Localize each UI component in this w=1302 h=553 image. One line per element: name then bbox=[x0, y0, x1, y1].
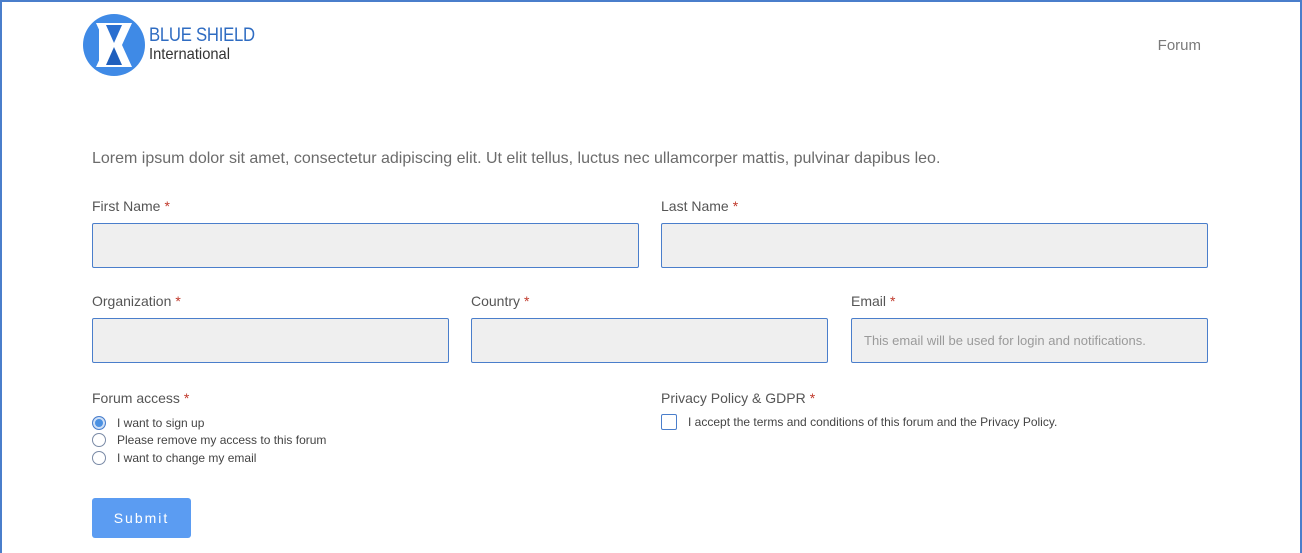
required-marker: * bbox=[175, 293, 181, 309]
forum-access-label: Forum access * bbox=[92, 390, 189, 406]
forum-access-option-change-email[interactable]: I want to change my email bbox=[92, 449, 256, 467]
required-marker: * bbox=[890, 293, 896, 309]
last-name-label: Last Name * bbox=[661, 198, 738, 214]
first-name-label-text: First Name bbox=[92, 198, 161, 214]
last-name-label-text: Last Name bbox=[661, 198, 729, 214]
intro-text: Lorem ipsum dolor sit amet, consectetur … bbox=[92, 150, 941, 167]
radio-button[interactable] bbox=[92, 451, 106, 465]
brand-name: BLUE SHIELD bbox=[149, 25, 255, 46]
page-frame: BLUE SHIELD International Forum Lorem ip… bbox=[0, 0, 1302, 553]
forum-access-label-text: Forum access bbox=[92, 390, 180, 406]
privacy-label: Privacy Policy & GDPR * bbox=[661, 390, 815, 406]
organization-input[interactable] bbox=[92, 318, 449, 363]
forum-access-option-remove[interactable]: Please remove my access to this forum bbox=[92, 431, 326, 449]
required-marker: * bbox=[524, 293, 530, 309]
organization-label-text: Organization bbox=[92, 293, 172, 309]
email-label: Email * bbox=[851, 293, 895, 309]
radio-label: Please remove my access to this forum bbox=[117, 433, 327, 447]
radio-button[interactable] bbox=[92, 416, 106, 430]
nav-forum-link[interactable]: Forum bbox=[1158, 37, 1201, 54]
forum-access-option-signup[interactable]: I want to sign up bbox=[92, 414, 204, 432]
shield-logo-icon bbox=[83, 14, 145, 76]
privacy-label-text: Privacy Policy & GDPR bbox=[661, 390, 806, 406]
brand-subtitle: International bbox=[149, 46, 231, 63]
radio-label: I want to sign up bbox=[117, 416, 205, 430]
first-name-input[interactable] bbox=[92, 223, 639, 268]
last-name-input[interactable] bbox=[661, 223, 1208, 268]
radio-label: I want to change my email bbox=[117, 451, 257, 465]
email-input[interactable] bbox=[851, 318, 1208, 363]
country-input[interactable] bbox=[471, 318, 828, 363]
privacy-checkbox-label: I accept the terms and conditions of thi… bbox=[688, 415, 1058, 429]
brand-logo[interactable]: BLUE SHIELD International bbox=[82, 13, 282, 79]
country-label: Country * bbox=[471, 293, 529, 309]
country-label-text: Country bbox=[471, 293, 521, 309]
first-name-label: First Name * bbox=[92, 198, 170, 214]
required-marker: * bbox=[164, 198, 170, 214]
submit-button[interactable]: Submit bbox=[92, 498, 191, 538]
privacy-consent[interactable]: I accept the terms and conditions of thi… bbox=[661, 414, 1057, 430]
required-marker: * bbox=[809, 390, 816, 406]
privacy-checkbox[interactable] bbox=[661, 414, 677, 430]
required-marker: * bbox=[183, 390, 190, 406]
required-marker: * bbox=[732, 198, 739, 214]
organization-label: Organization * bbox=[92, 293, 181, 309]
radio-button[interactable] bbox=[92, 433, 106, 447]
email-label-text: Email bbox=[851, 293, 887, 309]
